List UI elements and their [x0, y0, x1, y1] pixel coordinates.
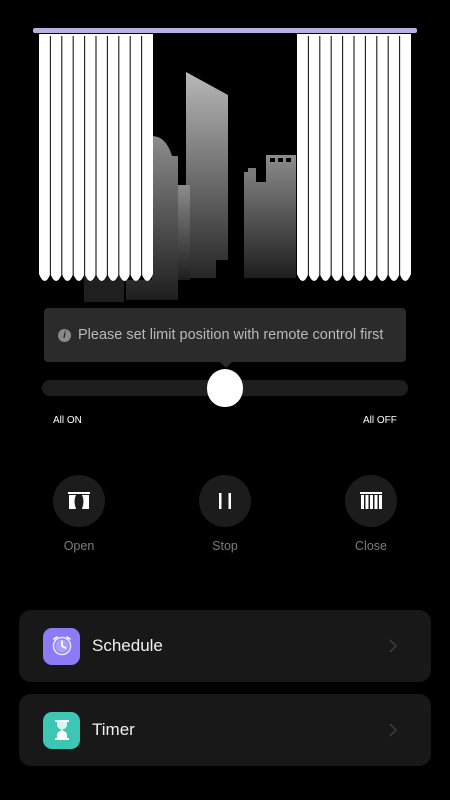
- pause-icon: [219, 493, 231, 509]
- open-label: Open: [63, 539, 95, 553]
- chevron-right-icon: [383, 723, 403, 737]
- all-off-label: All OFF: [363, 415, 397, 426]
- close-label: Close: [355, 539, 387, 553]
- curtain-closed-icon: [360, 492, 382, 509]
- clock-icon: [43, 627, 80, 665]
- all-on-label: All ON: [53, 415, 82, 426]
- schedule-label: Schedule: [92, 636, 163, 655]
- chevron-right-icon: [383, 639, 403, 653]
- limit-position-tooltip: i Please set limit position with remote …: [44, 308, 406, 368]
- stop-button[interactable]: [199, 475, 251, 527]
- timer-label: Timer: [92, 720, 135, 739]
- stop-control[interactable]: Stop: [185, 475, 265, 553]
- curtain-illustration: [33, 28, 417, 302]
- open-button[interactable]: [53, 475, 105, 527]
- open-control[interactable]: Open: [39, 475, 119, 553]
- slider-thumb[interactable]: [207, 369, 243, 407]
- close-button[interactable]: [345, 475, 397, 527]
- info-icon: i: [58, 328, 71, 342]
- stop-label: Stop: [212, 539, 238, 553]
- hourglass-icon: [43, 711, 80, 749]
- left-curtain: [39, 34, 153, 281]
- curtain-open-icon: [68, 492, 90, 509]
- close-control[interactable]: Close: [331, 475, 411, 553]
- curtain-rod: [33, 28, 417, 33]
- timer-card[interactable]: Timer: [19, 694, 431, 766]
- right-curtain: [297, 34, 411, 281]
- tooltip-text: Please set limit position with remote co…: [78, 327, 384, 343]
- schedule-card[interactable]: Schedule: [19, 610, 431, 682]
